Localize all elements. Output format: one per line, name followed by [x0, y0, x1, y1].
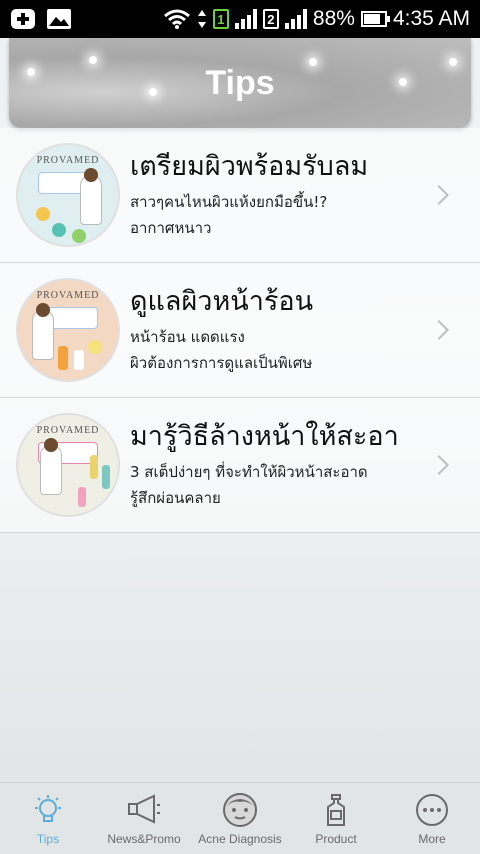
- chevron-right-icon: [429, 320, 449, 340]
- doctor-illustration-icon: [40, 438, 62, 495]
- tip-description-line1: 3 สเต็ปง่ายๆ ที่จะทำให้ผิวหน้าสะอาด: [130, 463, 368, 481]
- battery-icon: [360, 11, 390, 27]
- sim1-signal-icon: [234, 9, 257, 29]
- nav-acne-label: Acne Diagnosis: [198, 831, 282, 846]
- status-bar: 1 2 88% 4:35 AM: [0, 0, 480, 38]
- tip-description-line2: อากาศหนาว: [130, 219, 212, 237]
- nav-news-promo[interactable]: News&Promo: [96, 783, 192, 854]
- image-notification-icon: [46, 8, 72, 30]
- doctor-illustration-icon: [32, 303, 54, 360]
- illustration-dot: [36, 207, 50, 221]
- illustration-dot: [90, 455, 98, 479]
- megaphone-icon: [126, 792, 162, 828]
- bottle-icon: [324, 792, 348, 828]
- thumbnail-brand: PROVAMED: [36, 425, 100, 436]
- face-icon: [222, 792, 258, 828]
- illustration-dot: [72, 229, 86, 243]
- clock: 4:35 AM: [392, 7, 470, 30]
- nav-product-label: Product: [315, 831, 357, 846]
- tip-item-face-wash[interactable]: PROVAMED มารู้วิธีล้างหน้าให้สะอา 3 สเต็…: [0, 398, 480, 533]
- data-transfer-icon: [197, 8, 207, 30]
- illustration-dot: [58, 346, 68, 370]
- wifi-icon: [163, 8, 191, 30]
- chevron-right-icon: [429, 185, 449, 205]
- illustration-dot: [52, 223, 66, 237]
- tip-description-line1: หน้าร้อน แดดแรง: [130, 328, 245, 346]
- add-notification-icon: [10, 8, 36, 30]
- sparkle-decoration: [309, 58, 317, 66]
- lightbulb-icon: [31, 792, 65, 828]
- tip-title: มารู้วิธีล้างหน้าให้สะอา: [130, 421, 399, 452]
- nav-product[interactable]: Product: [288, 783, 384, 854]
- thumbnail-brand: PROVAMED: [36, 155, 100, 166]
- tip-item-winter-skin[interactable]: PROVAMED เตรียมผิวพร้อมรับลม สาวๆคนไหนผิ…: [0, 128, 480, 263]
- sim2-indicator: 2: [262, 9, 279, 29]
- doctor-illustration-icon: [80, 168, 102, 225]
- nav-tips[interactable]: Tips: [0, 783, 96, 854]
- sparkle-decoration: [27, 68, 35, 76]
- tip-item-summer-skin[interactable]: PROVAMED ดูแลผิวหน้าร้อน หน้าร้อน แดดแรง…: [0, 263, 480, 398]
- battery-percent: 88%: [312, 7, 355, 30]
- chevron-right-icon: [429, 455, 449, 475]
- thumbnail-brand: PROVAMED: [36, 290, 100, 301]
- tip-thumbnail: PROVAMED: [16, 278, 120, 382]
- sparkle-decoration: [449, 58, 457, 66]
- tip-title: ดูแลผิวหน้าร้อน: [130, 286, 314, 317]
- sim1-indicator: 1: [212, 9, 229, 29]
- page-title: Tips: [205, 63, 275, 102]
- tip-description-line2: ผิวต้องการการดูแลเป็นพิเศษ: [130, 354, 313, 372]
- illustration-dot: [74, 350, 84, 370]
- sparkle-decoration: [89, 56, 97, 64]
- tips-list: PROVAMED เตรียมผิวพร้อมรับลม สาวๆคนไหนผิ…: [0, 128, 480, 533]
- tip-title: เตรียมผิวพร้อมรับลม: [130, 151, 369, 182]
- tip-description-line1: สาวๆคนไหนผิวแห้งยกมือขึ้น!?: [130, 193, 328, 211]
- nav-acne-diagnosis[interactable]: Acne Diagnosis: [192, 783, 288, 854]
- nav-more[interactable]: More: [384, 783, 480, 854]
- nav-tips-label: Tips: [36, 831, 60, 846]
- page-header: Tips: [9, 38, 471, 128]
- sim2-signal-icon: [284, 9, 307, 29]
- tip-thumbnail: PROVAMED: [16, 413, 120, 517]
- illustration-dot: [78, 487, 86, 507]
- nav-more-label: More: [418, 831, 446, 846]
- illustration-dot: [102, 465, 110, 489]
- tip-description-line2: รู้สึกผ่อนคลาย: [130, 489, 221, 507]
- tip-thumbnail: PROVAMED: [16, 143, 120, 247]
- bottom-navigation: Tips News&Promo Acne Diagnosis Product M…: [0, 782, 480, 854]
- sparkle-decoration: [399, 78, 407, 86]
- illustration-dot: [88, 340, 102, 354]
- more-icon: [415, 792, 449, 828]
- nav-news-label: News&Promo: [107, 831, 181, 846]
- sparkle-decoration: [149, 88, 157, 96]
